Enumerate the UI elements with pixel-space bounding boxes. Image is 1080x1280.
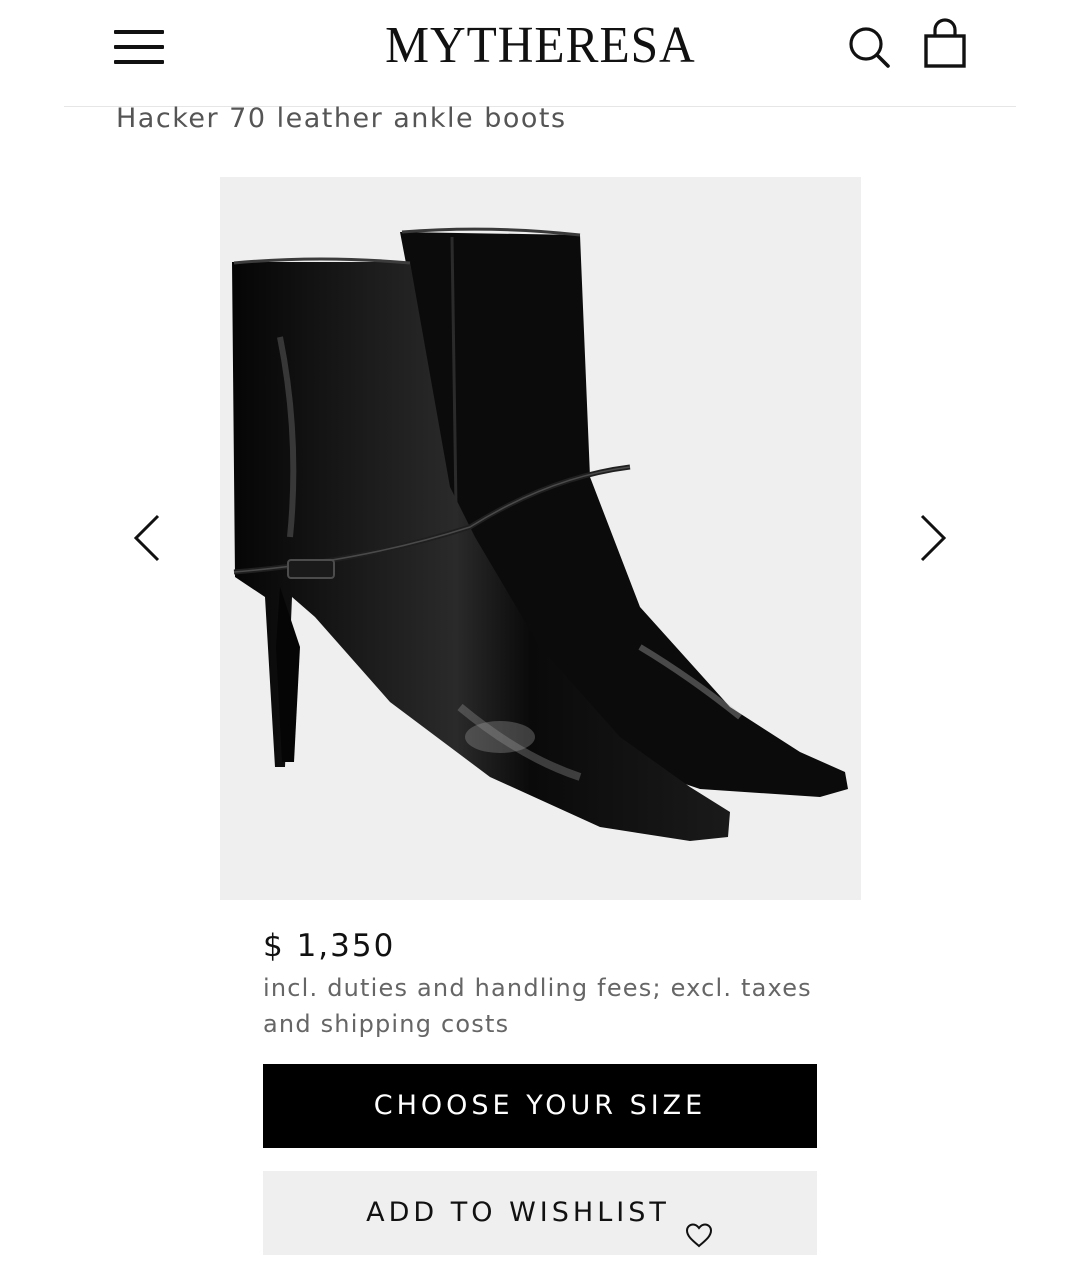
wishlist-label: ADD TO WISHLIST: [366, 1197, 670, 1228]
product-image[interactable]: [220, 177, 861, 900]
chevron-right-icon[interactable]: [912, 510, 952, 566]
shopping-bag-icon[interactable]: [920, 18, 970, 70]
choose-size-button[interactable]: CHOOSE YOUR SIZE: [263, 1064, 817, 1148]
heart-icon: [684, 1199, 714, 1248]
chevron-left-icon[interactable]: [128, 510, 168, 566]
product-page: MYTHERESA Hacker 70 leather ankle boots: [0, 0, 1080, 1280]
add-to-wishlist-button[interactable]: ADD TO WISHLIST: [263, 1171, 817, 1255]
product-title: Hacker 70 leather ankle boots: [116, 103, 567, 134]
site-logo[interactable]: MYTHERESA: [0, 14, 1080, 78]
site-header: MYTHERESA: [0, 0, 1080, 100]
black-patent-ankle-boots-image: [232, 227, 848, 841]
search-icon[interactable]: [846, 24, 892, 70]
price-note: incl. duties and handling fees; excl. ta…: [263, 974, 812, 1038]
product-price: $ 1,350: [263, 928, 396, 964]
